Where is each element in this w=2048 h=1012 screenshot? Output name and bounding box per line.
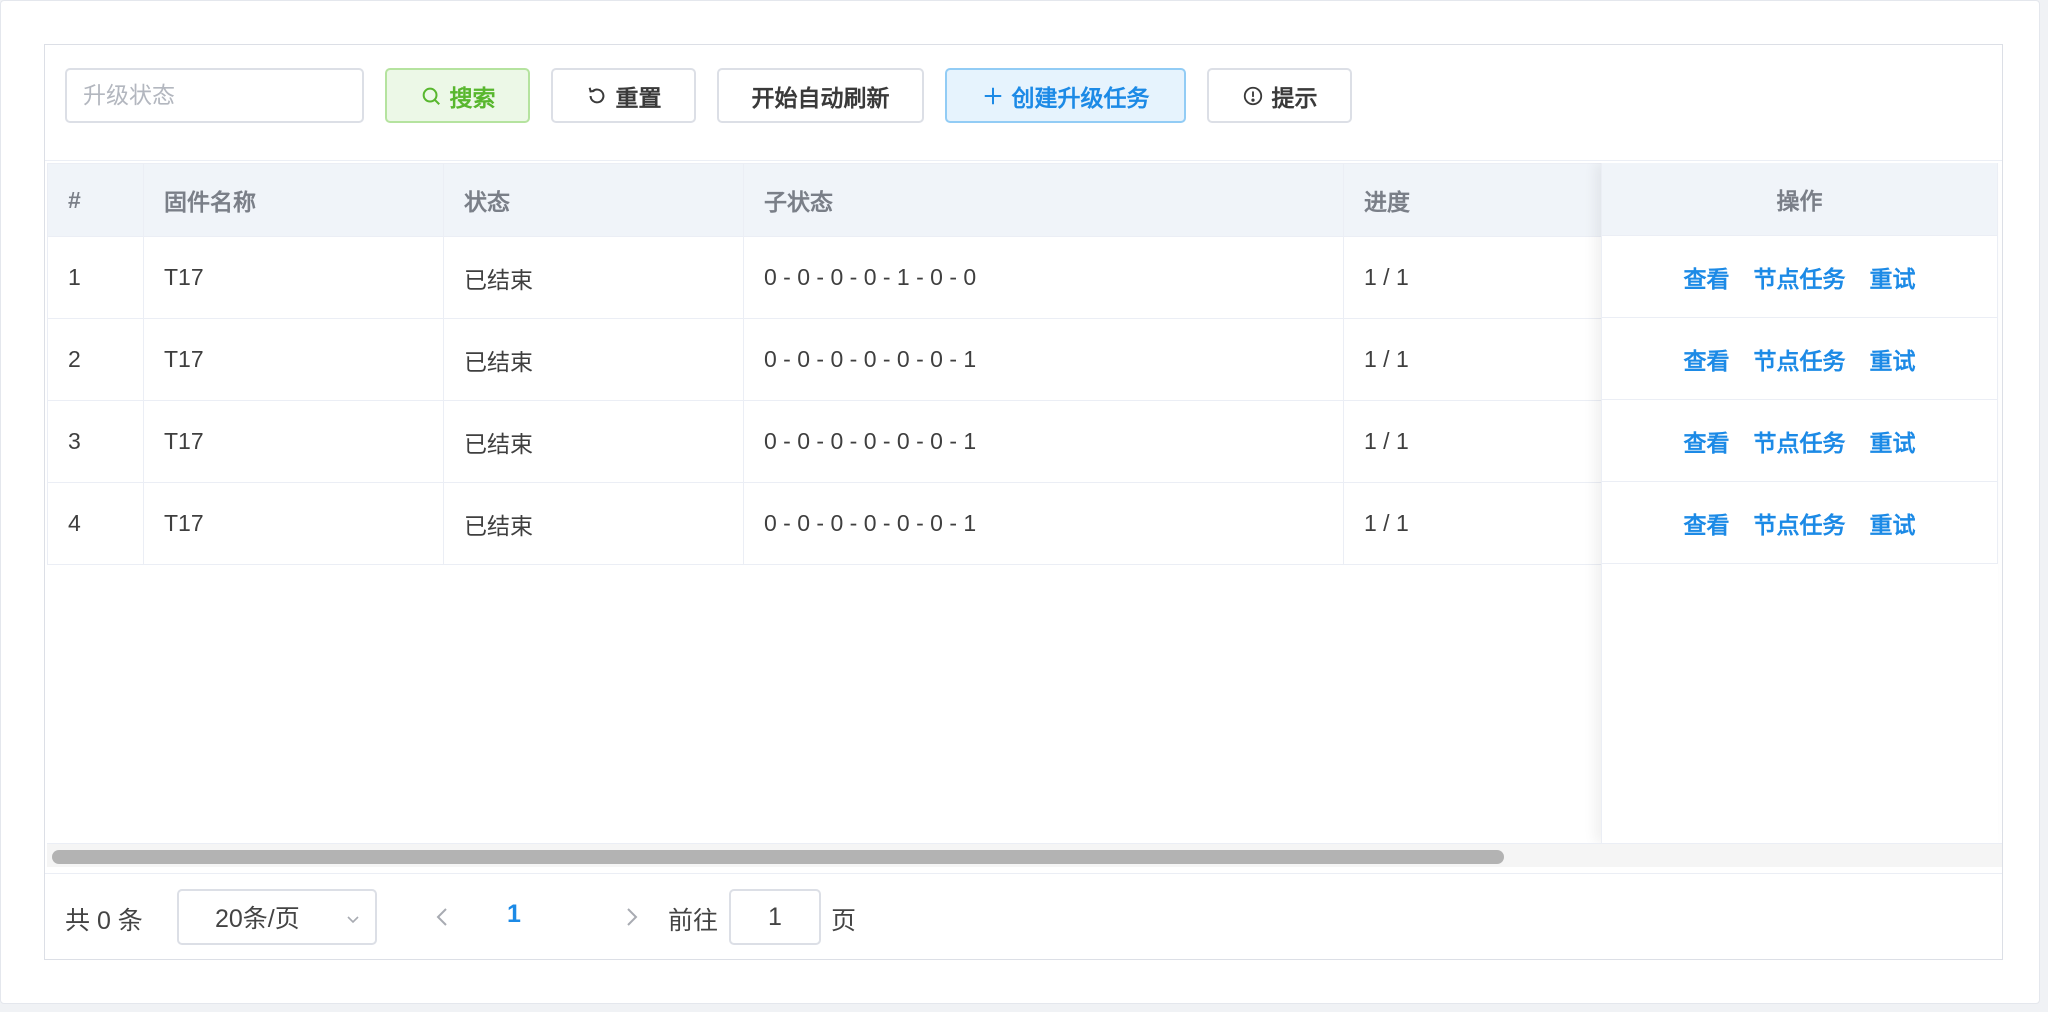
actions-row: 查看 节点任务 重试 — [1602, 482, 1998, 564]
hint-button[interactable]: 提示 — [1207, 68, 1352, 123]
cell-firmware: T17 — [143, 482, 444, 565]
node-tasks-link[interactable]: 节点任务 — [1754, 342, 1846, 376]
node-tasks-link[interactable]: 节点任务 — [1754, 506, 1846, 540]
retry-link[interactable]: 重试 — [1870, 506, 1916, 540]
view-link[interactable]: 查看 — [1684, 260, 1730, 294]
plus-icon — [984, 87, 1001, 104]
actions-row: 查看 节点任务 重试 — [1602, 318, 1998, 400]
cell-status: 已结束 — [443, 400, 744, 483]
page: 搜索 重置 开始自动刷新 创建升级任务 提示 — [0, 0, 2040, 1004]
toolbar: 搜索 重置 开始自动刷新 创建升级任务 提示 — [45, 45, 2002, 161]
retry-link[interactable]: 重试 — [1870, 260, 1916, 294]
view-link[interactable]: 查看 — [1684, 424, 1730, 458]
page-size-select[interactable]: 20条/页 — [177, 889, 377, 945]
cell-index: 2 — [47, 318, 144, 401]
pagination: 共 0 条 20条/页 1 前往 页 — [45, 873, 2002, 959]
pagination-total: 共 0 条 — [65, 907, 143, 935]
create-upgrade-task-button[interactable]: 创建升级任务 — [945, 68, 1186, 123]
search-icon — [422, 87, 440, 105]
view-link[interactable]: 查看 — [1684, 342, 1730, 376]
cell-status: 已结束 — [443, 318, 744, 401]
header-actions: 操作 — [1602, 163, 1998, 236]
header-firmware: 固件名称 — [143, 163, 444, 237]
horizontal-scrollbar[interactable] — [47, 843, 2002, 867]
refresh-icon — [588, 87, 604, 103]
task-table: # 固件名称 状态 子状态 进度 1 T17 已结束 0 - 0 - 0 - 0… — [47, 163, 2002, 870]
goto-label: 前往 — [668, 907, 719, 935]
search-button-label: 搜索 — [449, 84, 496, 111]
cell-status: 已结束 — [443, 482, 744, 565]
cell-sub-status: 0 - 0 - 0 - 0 - 0 - 0 - 1 — [743, 482, 1344, 565]
actions-column: 操作 查看 节点任务 重试 查看 节点任务 重试 查看 节点任务 重试 查看 节… — [1601, 163, 1998, 843]
hint-button-label: 提示 — [1271, 84, 1318, 111]
header-status: 状态 — [443, 163, 744, 237]
next-page-icon[interactable] — [617, 899, 647, 935]
auto-refresh-button[interactable]: 开始自动刷新 — [717, 68, 924, 123]
info-circle-icon — [1243, 86, 1262, 105]
reset-button[interactable]: 重置 — [551, 68, 696, 123]
cell-firmware: T17 — [143, 400, 444, 483]
cell-firmware: T17 — [143, 236, 444, 319]
chevron-down-icon — [347, 916, 359, 924]
retry-link[interactable]: 重试 — [1870, 342, 1916, 376]
node-tasks-link[interactable]: 节点任务 — [1754, 260, 1846, 294]
page-size-value: 20条/页 — [215, 905, 300, 933]
actions-row: 查看 节点任务 重试 — [1602, 236, 1998, 318]
task-card: 搜索 重置 开始自动刷新 创建升级任务 提示 — [44, 44, 2003, 960]
cell-sub-status: 0 - 0 - 0 - 0 - 0 - 0 - 1 — [743, 400, 1344, 483]
cell-status: 已结束 — [443, 236, 744, 319]
retry-link[interactable]: 重试 — [1870, 424, 1916, 458]
cell-sub-status: 0 - 0 - 0 - 0 - 0 - 0 - 1 — [743, 318, 1344, 401]
auto-refresh-button-label: 开始自动刷新 — [751, 84, 890, 111]
header-index: # — [47, 163, 144, 237]
cell-index: 4 — [47, 482, 144, 565]
cell-index: 1 — [47, 236, 144, 319]
status-search-input[interactable] — [65, 68, 364, 123]
prev-page-icon[interactable] — [427, 899, 457, 935]
cell-firmware: T17 — [143, 318, 444, 401]
cell-index: 3 — [47, 400, 144, 483]
create-button-label: 创建升级任务 — [1011, 84, 1150, 111]
goto-suffix: 页 — [831, 907, 857, 935]
view-link[interactable]: 查看 — [1684, 506, 1730, 540]
actions-row: 查看 节点任务 重试 — [1602, 400, 1998, 482]
current-page-number[interactable]: 1 — [507, 900, 521, 929]
search-button[interactable]: 搜索 — [385, 68, 530, 123]
reset-button-label: 重置 — [615, 84, 662, 111]
node-tasks-link[interactable]: 节点任务 — [1754, 424, 1846, 458]
cell-sub-status: 0 - 0 - 0 - 0 - 1 - 0 - 0 — [743, 236, 1344, 319]
header-sub-status: 子状态 — [743, 163, 1344, 237]
goto-page-input[interactable] — [729, 889, 821, 945]
horizontal-scrollbar-thumb[interactable] — [52, 850, 1504, 864]
